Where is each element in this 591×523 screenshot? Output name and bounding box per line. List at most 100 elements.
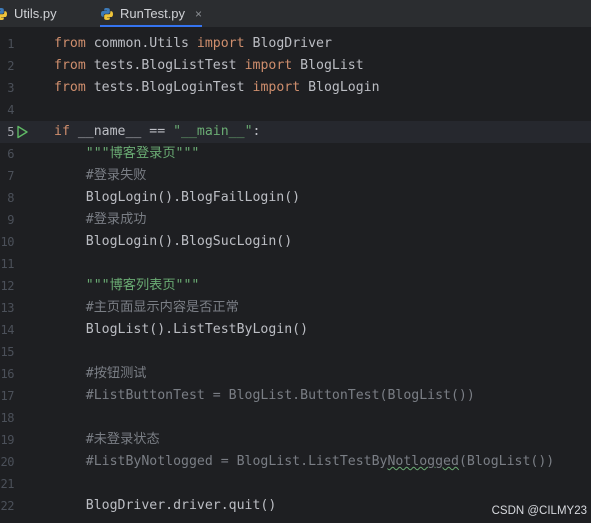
line-number: 16 (0, 367, 15, 381)
code-token: #ListByNotlogged = BlogList.ListTestBy (54, 454, 388, 469)
code-token: common.Utils (85, 36, 197, 51)
code-line[interactable]: 9 #登录成功 (0, 209, 591, 231)
code-line[interactable]: 17 #ListButtonTest = BlogList.ButtonTest… (0, 385, 591, 407)
code-text: """博客列表页""" (54, 275, 200, 297)
line-number: 11 (0, 257, 15, 271)
code-line[interactable]: 15 (0, 341, 591, 363)
line-number: 19 (0, 433, 15, 447)
code-text: from tests.BlogListTest import BlogList (54, 55, 364, 77)
line-number: 5 (7, 125, 14, 139)
python-file-icon (0, 7, 7, 20)
code-line[interactable]: 4 (0, 99, 591, 121)
code-text: from tests.BlogLoginTest import BlogLogi… (54, 77, 380, 99)
watermark: CSDN @CILMY23 (491, 505, 587, 517)
line-number: 14 (0, 323, 15, 337)
code-line[interactable]: 7 #登录失败 (0, 165, 591, 187)
line-number: 13 (0, 301, 15, 315)
line-number: 10 (0, 235, 15, 249)
python-file-icon (101, 7, 113, 20)
code-text: #按钮测试 (54, 363, 147, 385)
code-line[interactable]: 18 (0, 407, 591, 429)
line-number: 6 (7, 147, 14, 161)
code-text: if __name__ == "__main__": (54, 121, 260, 143)
code-token: import (244, 58, 293, 73)
code-line[interactable]: 11 (0, 253, 591, 275)
close-tab-icon[interactable]: × (195, 7, 202, 21)
code-token: tests.BlogListTest (85, 58, 245, 73)
code-token: BlogLogin().BlogSucLogin() (54, 234, 293, 249)
code-token: tests.BlogLoginTest (85, 80, 253, 95)
code-line[interactable]: 2 from tests.BlogListTest import BlogList (0, 55, 591, 77)
code-text: BlogDriver.driver.quit() (54, 495, 277, 517)
line-number: 1 (7, 37, 14, 51)
code-line[interactable]: 16 #按钮测试 (0, 363, 591, 385)
code-token: import (252, 80, 301, 95)
code-token: BlogList().ListTestByLogin() (54, 322, 309, 337)
code-token: BlogLogin (300, 80, 380, 95)
code-line[interactable]: 1 from common.Utils import BlogDriver (0, 33, 591, 55)
code-token: : (252, 124, 261, 139)
code-line[interactable]: 5 if __name__ == "__main__": (0, 121, 591, 143)
line-number: 18 (0, 411, 15, 425)
tab-label: RunTest.py (120, 6, 186, 21)
code-text: #主页面显示内容是否正常 (54, 297, 239, 319)
code-token: import (196, 36, 245, 51)
code-line[interactable]: 3 from tests.BlogLoginTest import BlogLog… (0, 77, 591, 99)
code-token: (BlogList()) (458, 454, 555, 469)
line-number: 17 (0, 389, 15, 403)
code-text: #ListButtonTest = BlogList.ButtonTest(Bl… (54, 385, 475, 407)
line-number: 22 (0, 499, 15, 513)
line-number: 15 (0, 345, 15, 359)
code-line[interactable]: 14 BlogList().ListTestByLogin() (0, 319, 591, 341)
run-gutter-icon[interactable] (16, 125, 28, 139)
code-token: """博客列表页""" (85, 278, 200, 293)
tab-utils-py[interactable]: Utils.py (0, 0, 57, 27)
code-token: #ListButtonTest = BlogList.ButtonTest(Bl… (54, 388, 475, 403)
code-text: #ListByNotlogged = BlogList.ListTestByNo… (54, 451, 554, 473)
code-text: BlogLogin().BlogSucLogin() (54, 231, 292, 253)
code-line[interactable]: 19 #未登录状态 (0, 429, 591, 451)
line-number: 2 (7, 59, 14, 73)
code-text: BlogList().ListTestByLogin() (54, 319, 308, 341)
code-token: #登录成功 (54, 212, 147, 227)
code-token: #按钮测试 (54, 366, 147, 381)
code-token: #未登录状态 (54, 432, 160, 447)
code-token: BlogDriver (244, 36, 332, 51)
code-line[interactable]: 13 #主页面显示内容是否正常 (0, 297, 591, 319)
code-token: if (54, 124, 70, 139)
code-text: from common.Utils import BlogDriver (54, 33, 332, 55)
code-line[interactable]: 12 """博客列表页""" (0, 275, 591, 297)
line-number: 21 (0, 477, 15, 491)
line-number: 20 (0, 455, 15, 469)
code-token: __name__ == (69, 124, 174, 139)
code-text: #登录失败 (54, 165, 147, 187)
code-token: #主页面显示内容是否正常 (54, 300, 239, 315)
code-line[interactable]: 21 (0, 473, 591, 495)
code-token: from (54, 58, 86, 73)
code-line[interactable]: 20 #ListByNotlogged = BlogList.ListTestB… (0, 451, 591, 473)
code-line[interactable]: 6 """博客登录页""" (0, 143, 591, 165)
editor-tab-bar: Utils.py RunTest.py × (0, 0, 591, 28)
code-token: #登录失败 (54, 168, 147, 183)
tab-label: Utils.py (14, 6, 57, 21)
code-line[interactable]: 10 BlogLogin().BlogSucLogin() (0, 231, 591, 253)
line-number: 4 (7, 103, 14, 117)
code-token: BlogList (292, 58, 364, 73)
code-token: BlogLogin().BlogFailLogin() (54, 190, 301, 205)
code-text: """博客登录页""" (54, 143, 200, 165)
line-number: 12 (0, 279, 15, 293)
code-text: #登录成功 (54, 209, 147, 231)
line-number: 3 (7, 81, 14, 95)
line-number: 9 (7, 213, 14, 227)
code-line[interactable]: 8 BlogLogin().BlogFailLogin() (0, 187, 591, 209)
line-number: 7 (7, 169, 14, 183)
code-editor[interactable]: 1 from common.Utils import BlogDriver 2 fro… (0, 28, 591, 523)
tab-runtest-py[interactable]: RunTest.py × (100, 0, 203, 27)
code-token: Notlogged (387, 454, 459, 469)
code-token: from (54, 36, 86, 51)
code-text: #未登录状态 (54, 429, 160, 451)
code-token: """博客登录页""" (85, 146, 200, 161)
code-token: "__main__" (173, 124, 253, 139)
